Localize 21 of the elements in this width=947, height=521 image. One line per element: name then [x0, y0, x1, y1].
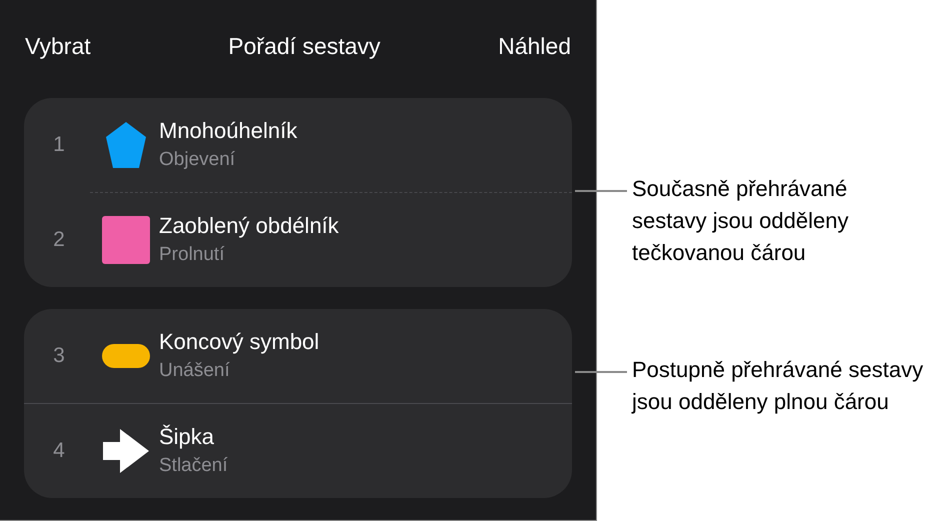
effect-name: Objevení — [159, 148, 236, 172]
effect-name: Stlačení — [159, 454, 228, 478]
build-row[interactable]: 1 Mnohoúhelník Objevení — [24, 98, 572, 192]
order-number: 3 — [52, 343, 66, 370]
build-row[interactable]: 4 Šipka Stlačení — [24, 404, 572, 498]
callout-text: Postupně přehrávané sestavy jsou odděleny plnou čárou — [632, 356, 924, 416]
panel-title: Pořadí sestavy — [228, 32, 380, 61]
preview-button[interactable]: Náhled — [498, 28, 571, 64]
select-button[interactable]: Vybrat — [25, 28, 91, 64]
order-number: 2 — [52, 227, 66, 254]
object-name: Šipka — [159, 423, 216, 451]
build-row[interactable]: 2 Zaoblený obdélník Prolnutí — [24, 193, 572, 287]
object-name: Zaoblený obdélník — [159, 212, 339, 240]
effect-name: Unášení — [159, 359, 231, 383]
object-name: Mnohoúhelník — [159, 117, 298, 145]
order-number: 1 — [52, 132, 66, 158]
effect-name: Prolnutí — [159, 243, 226, 267]
object-name: Koncový symbol — [159, 328, 320, 356]
build-row[interactable]: 3 Koncový symbol Unášení — [24, 309, 572, 403]
order-number: 4 — [52, 438, 66, 464]
callout-text: Současně přehrávané sestavy jsou odděleny tečkovanou čárou — [632, 175, 850, 267]
